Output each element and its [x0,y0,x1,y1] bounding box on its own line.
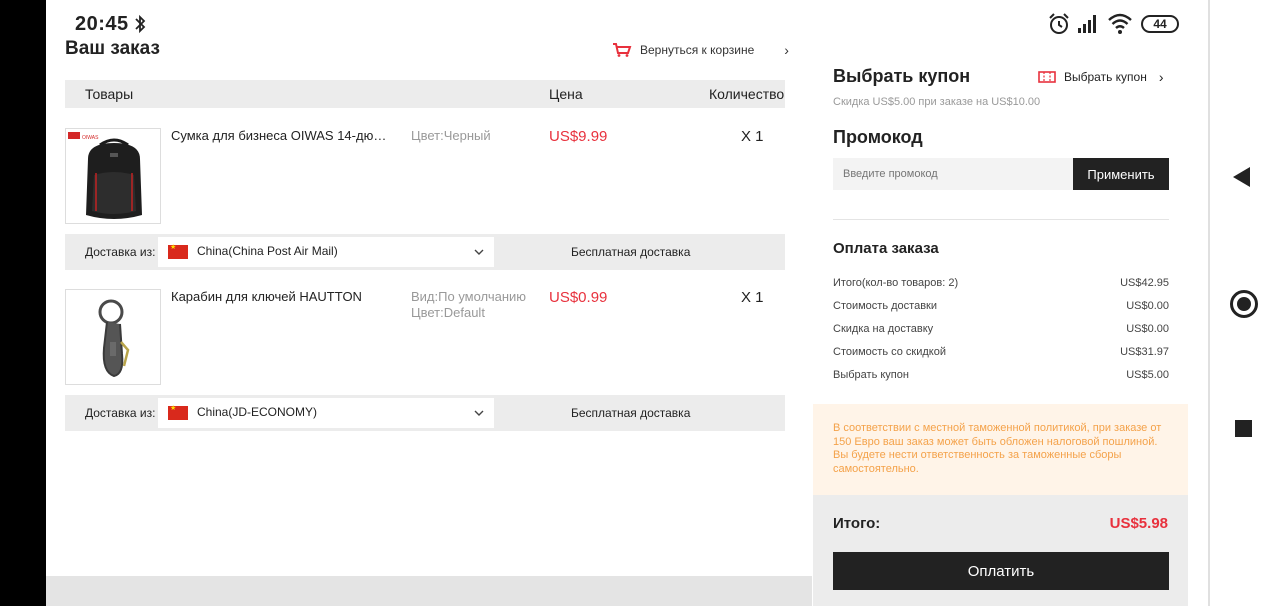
summary-value: US$5.00 [1126,369,1169,381]
column-price: Цена [549,86,583,102]
shipping-method-value: China(China Post Air Mail) [197,244,338,258]
product-quantity: X 1 [741,289,764,306]
select-coupon-label: Выбрать купон [1064,70,1147,84]
shipping-cost: Бесплатная доставка [571,406,691,420]
product-name[interactable]: Карабин для ключей HAUTTON [171,289,391,304]
nav-back-icon[interactable] [1233,167,1250,187]
battery-icon: 44 [1141,15,1179,33]
coupon-note: Скидка US$5.00 при заказе на US$10.00 [833,96,1041,108]
wifi-icon [1108,13,1132,34]
product-image[interactable] [65,289,161,385]
china-flag-icon [168,404,188,420]
status-time: 20:45 [75,13,129,35]
bluetooth-icon [135,14,146,34]
shipping-from-label: Доставка из: [85,245,156,259]
column-goods: Товары [85,86,134,102]
chevron-right-icon: › [784,42,789,58]
summary-row: Скидка на доставку US$0.00 [833,323,1169,335]
product-image[interactable]: OIWAS [65,128,161,224]
product-price: US$0.99 [549,289,608,306]
chevron-down-icon [474,249,484,255]
shipping-cost: Бесплатная доставка [571,245,691,259]
shipping-row: Доставка из: China(JD-ECONOMY) Бесплатна… [65,395,785,431]
order-title: Ваш заказ [65,38,160,59]
payment-title: Оплата заказа [833,240,939,257]
select-coupon-link[interactable]: Выбрать купон › [1038,69,1164,85]
summary-label: Выбрать купон [833,369,909,381]
shipping-method-value: China(JD-ECONOMY) [197,405,318,419]
back-to-cart-link[interactable]: Вернуться к корзине › [612,42,789,58]
shipping-method-select[interactable]: China(JD-ECONOMY) [158,398,494,428]
svg-text:OIWAS: OIWAS [82,135,99,141]
customs-notice-text: В соответствии с местной таможенной поли… [833,422,1162,475]
summary-label: Скидка на доставку [833,323,934,335]
summary-value: US$42.95 [1120,277,1169,289]
nav-recents-icon[interactable] [1235,420,1252,437]
divider [833,219,1169,220]
signal-icon [1078,15,1096,33]
apply-promo-button[interactable]: Применить [1073,158,1169,190]
product-price: US$9.99 [549,128,608,145]
order-item: Карабин для ключей HAUTTON Вид:По умолча… [65,289,785,385]
summary-label: Стоимость доставки [833,300,937,312]
promo-title: Промокод [833,127,923,147]
chevron-right-icon: › [1158,69,1164,85]
summary-row: Стоимость со скидкой US$31.97 [833,346,1169,358]
summary-row: Выбрать купон US$5.00 [833,369,1169,381]
nav-home-icon[interactable] [1230,290,1258,318]
pay-button[interactable]: Оплатить [833,552,1169,590]
product-attribute: Вид:По умолчанию [411,289,527,304]
coupon-icon [1038,71,1056,83]
product-quantity: X 1 [741,128,764,145]
product-attributes: Вид:По умолчанию Цвет:Default [411,289,526,321]
coupon-title: Выбрать купон [833,66,971,86]
total-box: Итого: US$5.98 Оплатить [813,495,1188,606]
cart-icon [613,43,632,57]
alarm-icon [1049,13,1069,34]
product-attributes: Цвет:Черный [411,128,491,144]
shipping-row: Доставка из: China(China Post Air Mail) … [65,234,785,270]
shipping-from-label: Доставка из: [85,406,156,420]
summary-value: US$31.97 [1120,346,1169,358]
total-value: US$5.98 [1109,515,1168,532]
product-attribute: Цвет:Default [411,305,485,320]
order-item: OIWAS Сумка для бизнеса OIWAS 14-дюймовы… [65,128,785,224]
chevron-down-icon [474,410,484,416]
product-name[interactable]: Сумка для бизнеса OIWAS 14-дюймовый [171,128,391,143]
total-label: Итого: [833,515,881,532]
summary-label: Итого(кол-во товаров: 2) [833,277,959,289]
backpack-image: OIWAS [68,132,142,219]
china-flag-icon [168,243,188,259]
summary-value: US$0.00 [1126,323,1169,335]
summary-value: US$0.00 [1126,300,1169,312]
back-to-cart-label: Вернуться к корзине [640,43,755,57]
bottom-bar [46,576,812,606]
screen: 20:45 44 Ваш заказ Вернуться к корзине ›… [0,0,1280,606]
promo-code-input[interactable] [833,158,1073,190]
shipping-method-select[interactable]: China(China Post Air Mail) [158,237,494,267]
summary-row: Стоимость доставки US$0.00 [833,300,1169,312]
column-quantity: Количество [709,86,785,102]
table-header: Товары Цена Количество [65,80,785,108]
product-attribute: Цвет:Черный [411,128,491,143]
summary-label: Стоимость со скидкой [833,346,946,358]
carabiner-image [98,299,130,378]
customs-notice: В соответствии с местной таможенной поли… [813,404,1188,495]
summary-row: Итого(кол-во товаров: 2) US$42.95 [833,277,1169,289]
